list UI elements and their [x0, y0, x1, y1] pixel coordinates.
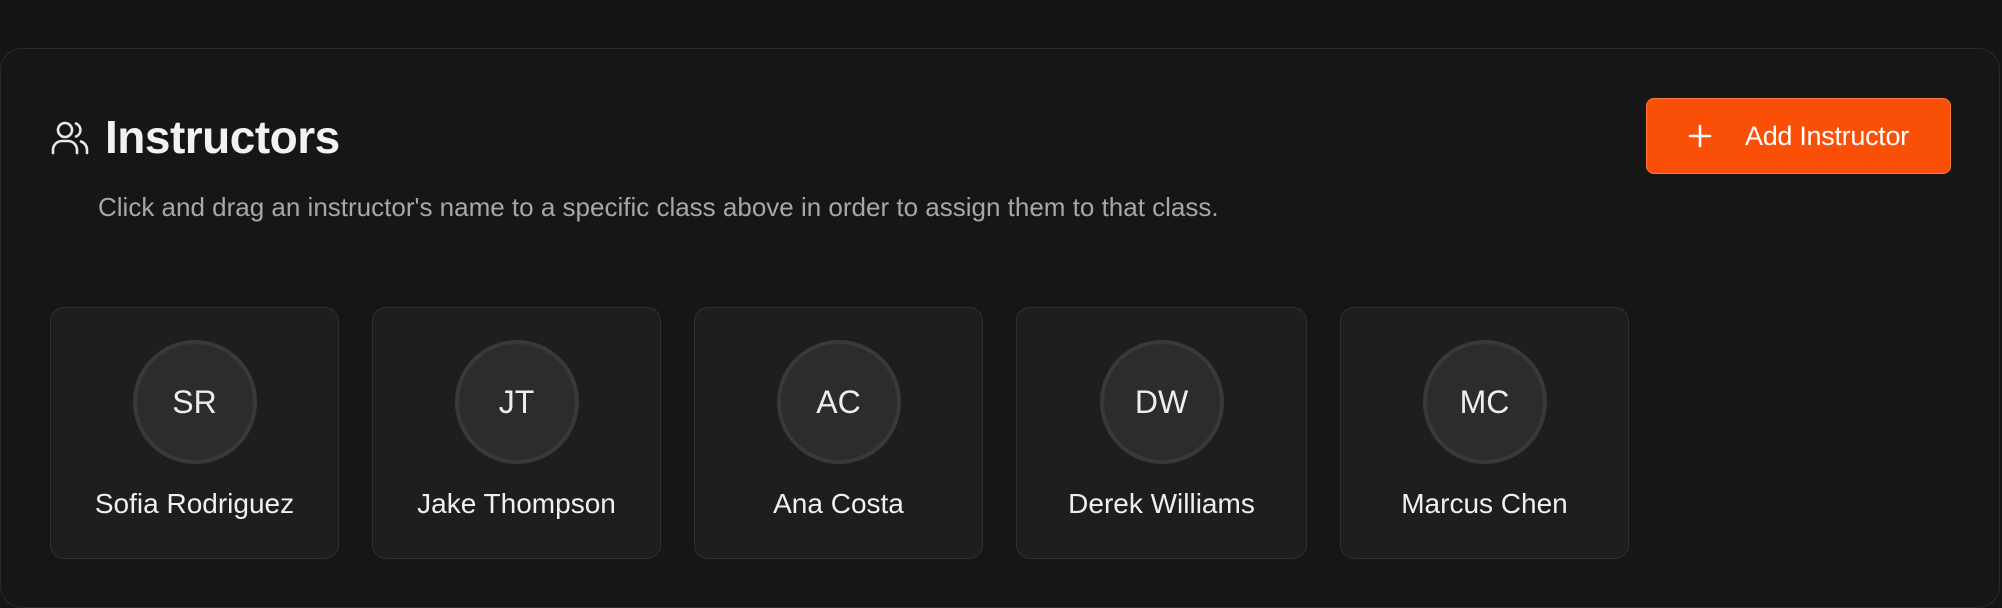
instructor-card-ana-costa[interactable]: AC Ana Costa — [694, 307, 983, 559]
add-instructor-label: Add Instructor — [1745, 121, 1909, 151]
instructions-text: Click and drag an instructor's name to a… — [98, 192, 1219, 222]
avatar: AC — [776, 340, 901, 464]
instructor-name: Jake Thompson — [417, 488, 616, 519]
instructor-name: Marcus Chen — [1401, 488, 1568, 519]
avatar: JT — [454, 340, 579, 464]
page-title: Instructors — [105, 111, 340, 163]
avatar: MC — [1422, 340, 1547, 464]
instructor-card-sofia-rodriguez[interactable]: SR Sofia Rodriguez — [50, 307, 339, 559]
add-instructor-button[interactable]: Add Instructor — [1646, 98, 1951, 174]
instructor-card-jake-thompson[interactable]: JT Jake Thompson — [372, 307, 661, 559]
instructor-card-derek-williams[interactable]: DW Derek Williams — [1016, 307, 1307, 559]
instructor-name: Sofia Rodriguez — [94, 488, 295, 519]
users-icon — [51, 121, 89, 155]
avatar: SR — [132, 340, 257, 464]
instructor-name: Derek Williams — [1068, 488, 1255, 519]
avatar: DW — [1099, 340, 1224, 464]
instructor-card-marcus-chen[interactable]: MC Marcus Chen — [1340, 307, 1629, 559]
instructor-name: Ana Costa — [773, 488, 904, 519]
plus-icon — [1688, 124, 1712, 148]
